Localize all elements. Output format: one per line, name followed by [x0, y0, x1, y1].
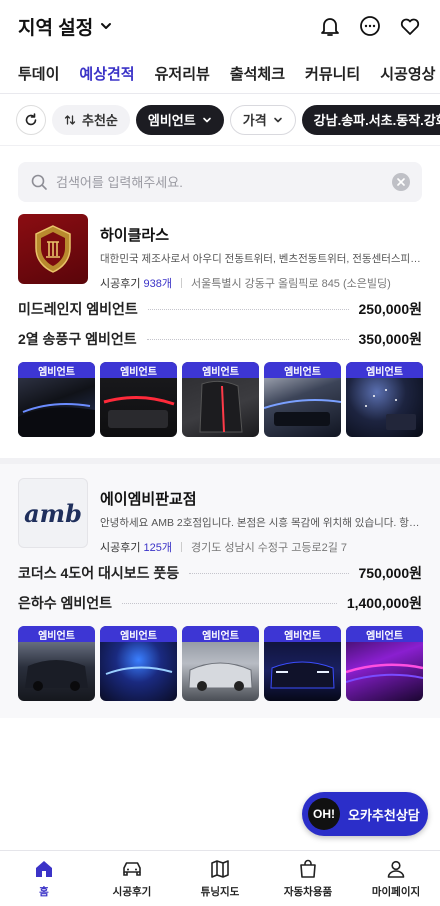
photo-gallery: 엠비언트 엠비언트 엠비언트 엠비언트 엠비언트	[18, 626, 423, 701]
car-icon	[123, 862, 141, 876]
shop-description: 안녕하세요 AMB 2호점입니다. 본점은 시흥 목감에 위치해 있습니다. 항…	[100, 517, 422, 529]
nav-home[interactable]: 홈	[0, 851, 88, 906]
region-filter[interactable]: 강남.송파.서초.동작.강화	[301, 104, 440, 135]
photo-thumbnail[interactable]: 엠비언트	[182, 626, 259, 701]
price-filter[interactable]: 가격	[229, 104, 296, 135]
service-price: 750,000원	[358, 565, 423, 581]
chevron-down-icon	[101, 23, 112, 29]
service-price: 350,000원	[358, 331, 423, 347]
photo-thumbnail[interactable]: 엠비언트	[346, 362, 423, 437]
price-label: 가격	[242, 113, 267, 128]
recommend-consult-button[interactable]: OH! 오카추천상담	[302, 792, 428, 836]
nav-label: 마이페이지	[371, 886, 421, 898]
map-icon	[211, 860, 229, 878]
tab-today[interactable]: 투데이	[18, 52, 59, 93]
chat-icon[interactable]	[358, 14, 382, 38]
price-row[interactable]: 미드레인지 엠비언트 250,000원	[18, 294, 422, 324]
photo-thumbnail[interactable]: 엠비언트	[264, 626, 341, 701]
price-row[interactable]: 은하수 엠비언트 1,400,000원	[18, 588, 422, 618]
photo-thumbnail[interactable]: 엠비언트	[100, 626, 177, 701]
nav-car-goods[interactable]: 자동차용품	[264, 851, 352, 906]
nav-label: 홈	[39, 886, 49, 898]
shop-name: 하이클라스	[100, 227, 170, 244]
dotted-leader	[189, 572, 349, 574]
fab-label: 오카추천상담	[348, 807, 420, 823]
service-name: 2열 송풍구 엠비언트	[18, 331, 137, 347]
shop-card[interactable]: 하이클라스 대한민국 제조사로서 아우디 전동트위터, 벤츠전동트위터, 전동센…	[0, 214, 440, 458]
close-icon	[397, 178, 405, 186]
photo-thumbnail[interactable]: 엠비언트	[346, 626, 423, 701]
bottom-navigation: 홈 시공후기 튜닝지도 자동차용품 마이페이지	[0, 850, 440, 906]
dotted-leader	[122, 602, 337, 604]
nav-tuning-map[interactable]: 튜닝지도	[176, 851, 264, 906]
shop-card[interactable]: amb 에이엠비판교점 안녕하세요 AMB 2호점입니다. 본점은 시흥 목감에…	[0, 464, 440, 718]
photo-thumbnail[interactable]: 엠비언트	[18, 362, 95, 437]
home-icon	[36, 861, 52, 877]
tab-community[interactable]: 커뮤니티	[305, 52, 360, 93]
search-icon	[31, 174, 47, 190]
nav-label: 자동차용품	[283, 886, 333, 898]
shop-address: 서울특별시 강동구 올림픽로 845 (소은빌딩)	[190, 278, 391, 290]
region-filter-label: 강남.송파.서초.동작.강화	[313, 113, 440, 128]
sort-icon	[64, 114, 76, 125]
review-count: 938개	[143, 278, 172, 290]
service-name: 코더스 4도어 대시보드 풋등	[18, 565, 180, 581]
dotted-leader	[147, 308, 349, 310]
shop-description: 대한민국 제조사로서 아우디 전동트위터, 벤츠전동트위터, 전동센터스피커, …	[100, 253, 422, 265]
price-row[interactable]: 코더스 4도어 대시보드 풋등 750,000원	[18, 558, 422, 588]
review-label: 시공후기	[100, 542, 141, 554]
category-filter[interactable]: 엠비언트	[135, 104, 224, 135]
nav-label: 시공후기	[112, 886, 152, 898]
logo-text: amb	[24, 498, 82, 528]
nav-my-page[interactable]: 마이페이지	[352, 851, 440, 906]
fab-badge: OH!	[308, 798, 340, 830]
search-bar	[18, 162, 422, 202]
search-input[interactable]	[56, 174, 384, 190]
category-tabs: 투데이 예상견적 유저리뷰 출석체크 커뮤니티 시공영상 매	[0, 52, 440, 94]
shop-address: 경기도 성남시 수정구 고등로2길 7	[190, 542, 347, 554]
sort-label: 추천순	[82, 113, 118, 128]
photo-thumbnail[interactable]: 엠비언트	[18, 626, 95, 701]
refresh-icon	[25, 112, 37, 125]
region-label: 지역 설정	[18, 17, 94, 39]
nav-reviews[interactable]: 시공후기	[88, 851, 176, 906]
user-icon	[387, 860, 405, 878]
shop-logo: amb	[18, 478, 88, 548]
service-name: 은하수 엠비언트	[18, 595, 113, 611]
service-price: 1,400,000원	[346, 595, 422, 611]
photo-thumbnail[interactable]: 엠비언트	[100, 362, 177, 437]
chevron-down-icon	[202, 117, 211, 122]
price-row[interactable]: 2열 송풍구 엠비언트 350,000원	[18, 324, 422, 354]
region-selector[interactable]: 지역 설정	[18, 13, 113, 40]
shop-name: 에이엠비판교점	[100, 491, 197, 508]
app-header: 지역 설정	[0, 0, 440, 52]
sort-button[interactable]: 추천순	[52, 104, 130, 135]
photo-thumbnail[interactable]: 엠비언트	[182, 362, 259, 437]
tab-attendance[interactable]: 출석체크	[230, 52, 285, 93]
clear-search-button[interactable]	[392, 173, 410, 191]
nav-label: 튜닝지도	[200, 886, 240, 898]
tab-user-review[interactable]: 유저리뷰	[155, 52, 210, 93]
shop-logo	[18, 214, 88, 284]
dotted-leader	[146, 338, 349, 340]
reset-filter-button[interactable]	[16, 104, 46, 135]
divider	[180, 542, 182, 552]
review-count: 125개	[143, 542, 172, 554]
category-label: 엠비언트	[147, 113, 196, 128]
heart-icon[interactable]	[398, 14, 422, 38]
review-label: 시공후기	[100, 278, 141, 290]
divider	[180, 278, 182, 288]
service-price: 250,000원	[358, 301, 423, 317]
shopping-bag-icon	[300, 859, 316, 878]
service-name: 미드레인지 엠비언트	[18, 301, 138, 317]
photo-thumbnail[interactable]: 엠비언트	[264, 362, 341, 437]
bell-icon[interactable]	[318, 14, 342, 38]
filter-bar: 추천순 엠비언트 가격 강남.송파.서초.동작.강화	[0, 94, 440, 146]
photo-gallery: 엠비언트 엠비언트 엠비언트 엠비언트 엠비언트	[18, 362, 423, 437]
tab-video[interactable]: 시공영상	[380, 52, 435, 93]
tab-estimate[interactable]: 예상견적	[79, 52, 134, 93]
chevron-down-icon	[273, 117, 282, 122]
